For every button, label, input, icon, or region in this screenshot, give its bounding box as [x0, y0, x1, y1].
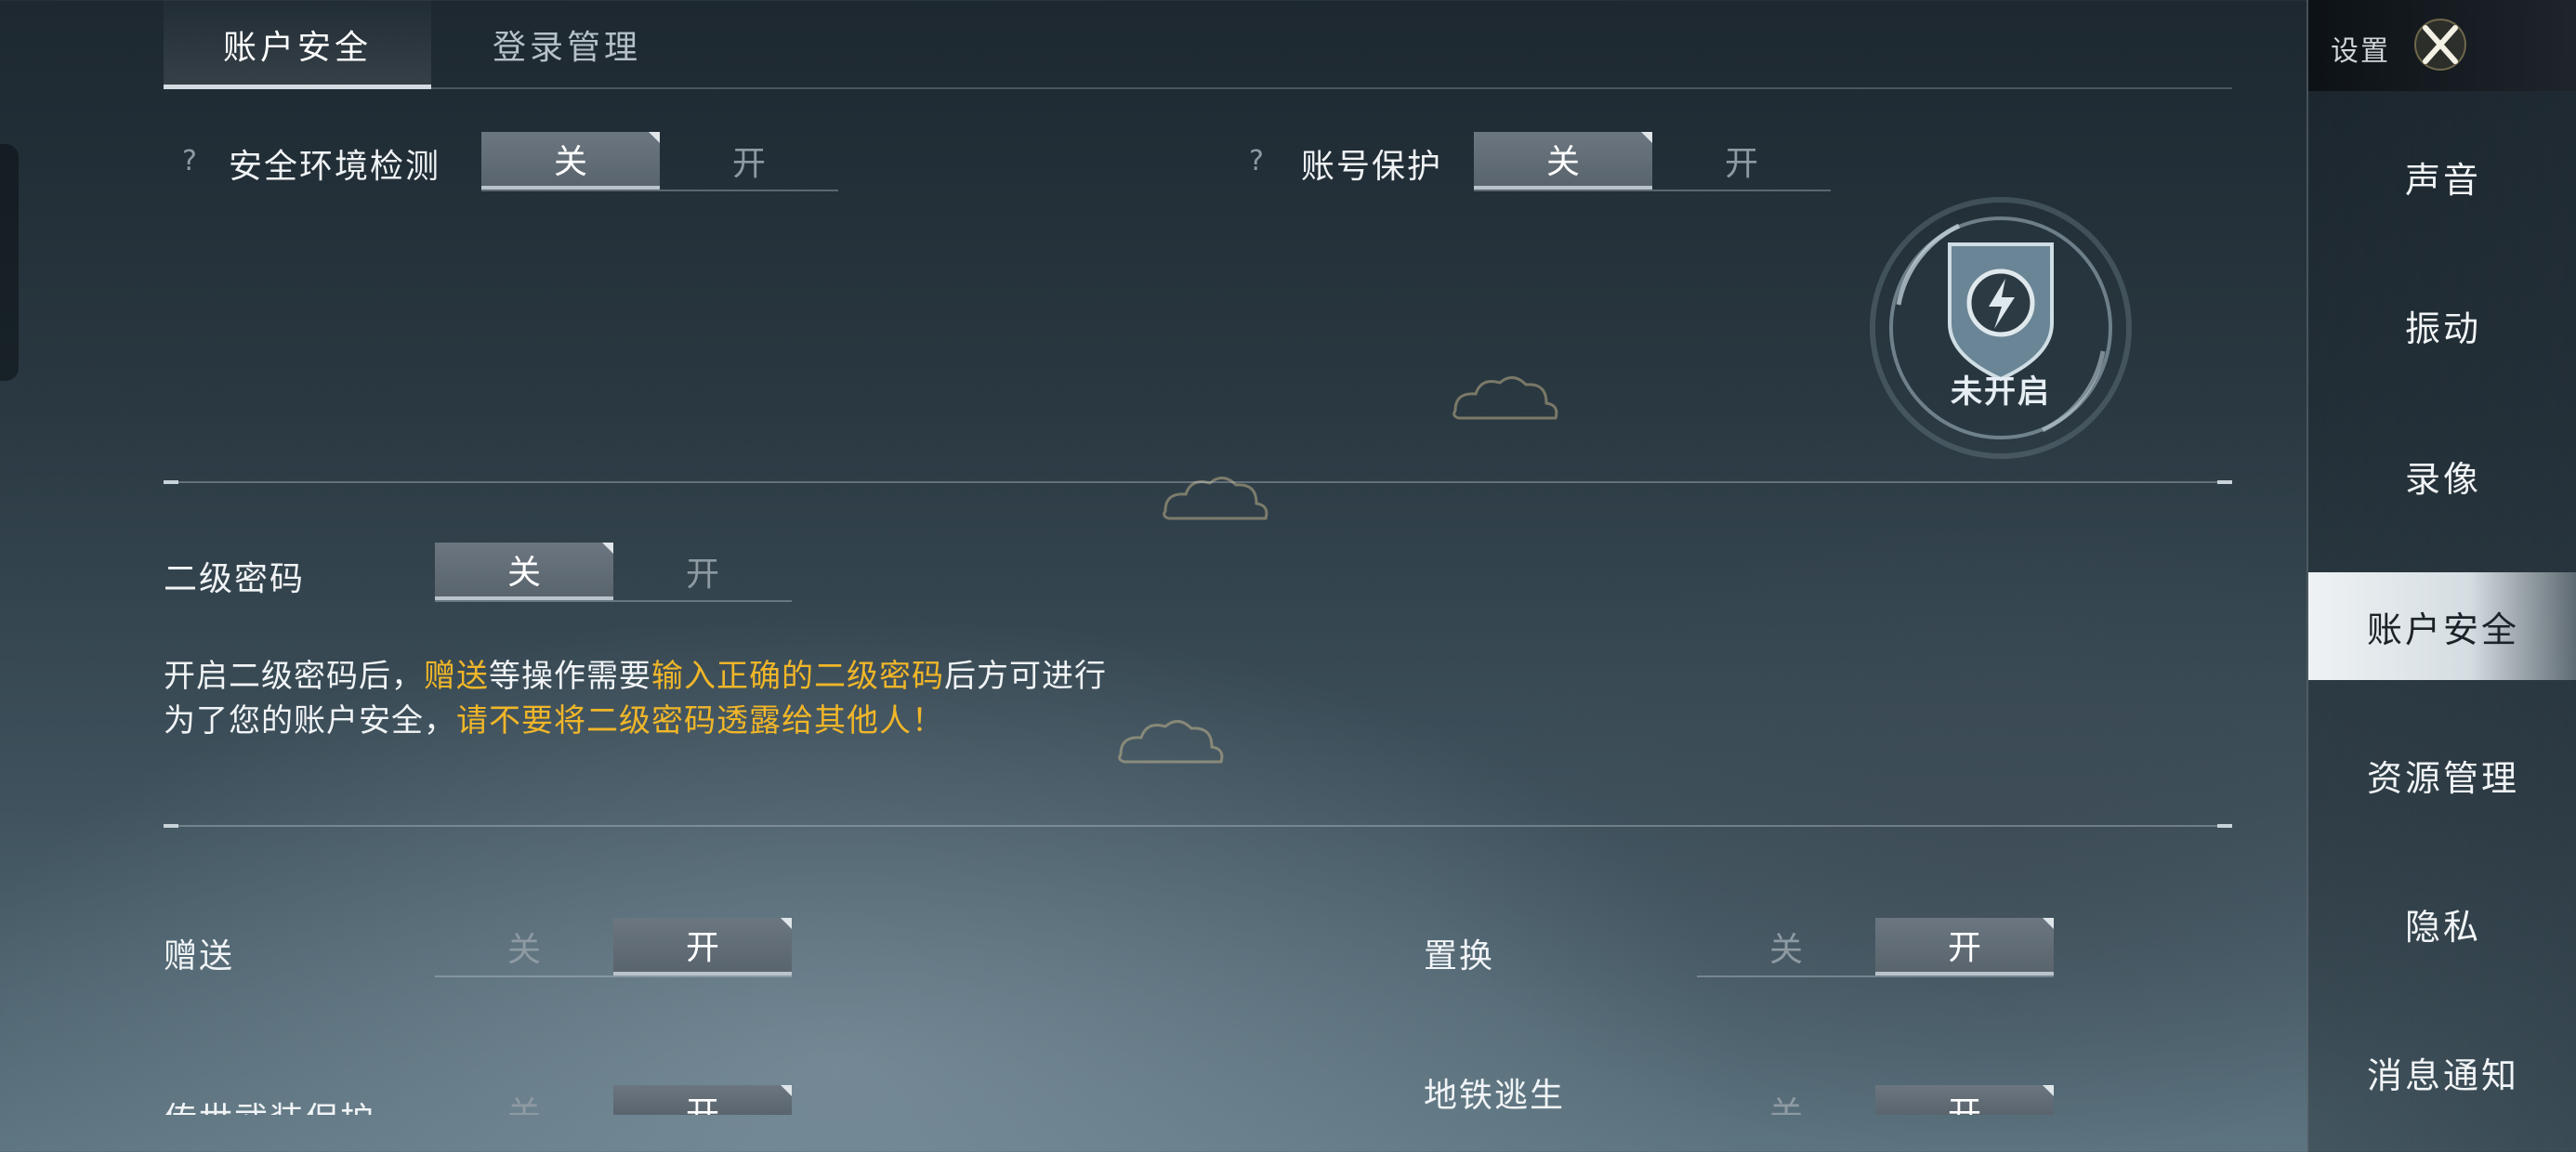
toggle-off-option[interactable]: 关	[481, 132, 660, 190]
sidebar-item-sound[interactable]: 声音	[2308, 123, 2576, 230]
exchange-label: 置换	[1424, 937, 1495, 975]
shield-lightning-icon: 未开启	[1866, 193, 2136, 463]
settings-sidebar: 设置 声音 振动 录像 账户安全 资源管理 隐私 消息通知	[2307, 0, 2576, 1152]
sidebar-item-resource-management[interactable]: 资源管理	[2308, 721, 2576, 829]
close-icon	[2414, 19, 2466, 71]
desc-text: 等操作需要	[489, 658, 651, 695]
account-protect-label: 账号保护	[1301, 148, 1443, 186]
toggle-on-option[interactable]: 开	[1875, 918, 2054, 975]
security-env-toggle[interactable]: 关 开	[481, 132, 838, 191]
desc-highlight: 输入正确的二级密码	[651, 658, 944, 695]
sidebar-title: 设置	[2331, 35, 2390, 68]
cloud-decoration-icon	[1163, 477, 1268, 520]
toggle-off-option[interactable]: 关	[435, 1085, 613, 1115]
close-button[interactable]	[2412, 17, 2468, 72]
desc-text: 开启二级密码后，	[164, 658, 424, 695]
sidebar-item-privacy[interactable]: 隐私	[2308, 870, 2576, 977]
sidebar-item-account-security[interactable]: 账户安全	[2308, 572, 2576, 680]
tab-login-management[interactable]: 登录管理	[433, 0, 701, 89]
help-icon[interactable]: ?	[1249, 145, 1264, 177]
section-divider	[164, 480, 2232, 484]
toggle-off-option[interactable]: 关	[1474, 132, 1652, 190]
toggle-on-option[interactable]: 开	[1652, 132, 1831, 190]
cloud-decoration-icon	[1118, 720, 1224, 764]
metro-escape-label: 地铁逃生	[1424, 1077, 1566, 1115]
toggle-off-option[interactable]: 关	[435, 918, 613, 975]
gift-toggle[interactable]: 关 开	[435, 918, 792, 977]
second-password-warning: 为了您的账户安全，请不要将二级密码透露给其他人！	[164, 699, 944, 743]
edge-handle[interactable]	[0, 144, 19, 381]
desc-text: 为了您的账户安全，	[164, 702, 456, 740]
toggle-off-option[interactable]: 关	[435, 543, 613, 600]
exchange-toggle[interactable]: 关 开	[1697, 918, 2054, 977]
toggle-on-option[interactable]: 开	[613, 1085, 792, 1115]
sidebar-item-recording[interactable]: 录像	[2308, 422, 2576, 530]
desc-text: 后方可进行	[944, 658, 1107, 695]
tab-account-security[interactable]: 账户安全	[164, 0, 431, 89]
toggle-on-option[interactable]: 开	[613, 543, 792, 600]
toggle-on-option[interactable]: 开	[613, 918, 792, 975]
badge-status-text: 未开启	[1951, 373, 2051, 411]
section-divider	[164, 824, 2232, 828]
help-icon[interactable]: ?	[182, 145, 197, 177]
legend-armor-toggle[interactable]: 关 开	[435, 1085, 792, 1115]
second-password-toggle[interactable]: 关 开	[435, 543, 792, 602]
toggle-off-option[interactable]: 关	[1697, 1085, 1875, 1115]
toggle-off-option[interactable]: 关	[1697, 918, 1875, 975]
desc-highlight: 赠送	[424, 658, 489, 695]
security-env-label: 安全环境检测	[229, 148, 441, 186]
tab-divider	[164, 87, 2232, 89]
metro-escape-toggle[interactable]: 关 开	[1697, 1085, 2054, 1115]
sidebar-header: 设置	[2308, 0, 2576, 91]
toggle-on-option[interactable]: 开	[660, 132, 838, 190]
legend-armor-label: 传世武装保护	[164, 1093, 375, 1115]
second-password-label: 二级密码	[164, 560, 306, 598]
desc-highlight: 请不要将二级密码透露给其他人！	[456, 702, 944, 740]
cloud-decoration-icon	[1452, 376, 1558, 420]
account-protect-toggle[interactable]: 关 开	[1474, 132, 1831, 191]
sidebar-item-vibration[interactable]: 振动	[2308, 271, 2576, 379]
tab-bar: 账户安全 登录管理	[164, 0, 2232, 89]
toggle-on-option[interactable]: 开	[1875, 1085, 2054, 1115]
second-password-description: 开启二级密码后，赠送等操作需要输入正确的二级密码后方可进行	[164, 654, 1107, 699]
sidebar-item-notifications[interactable]: 消息通知	[2308, 1018, 2576, 1126]
gift-label: 赠送	[164, 937, 235, 975]
